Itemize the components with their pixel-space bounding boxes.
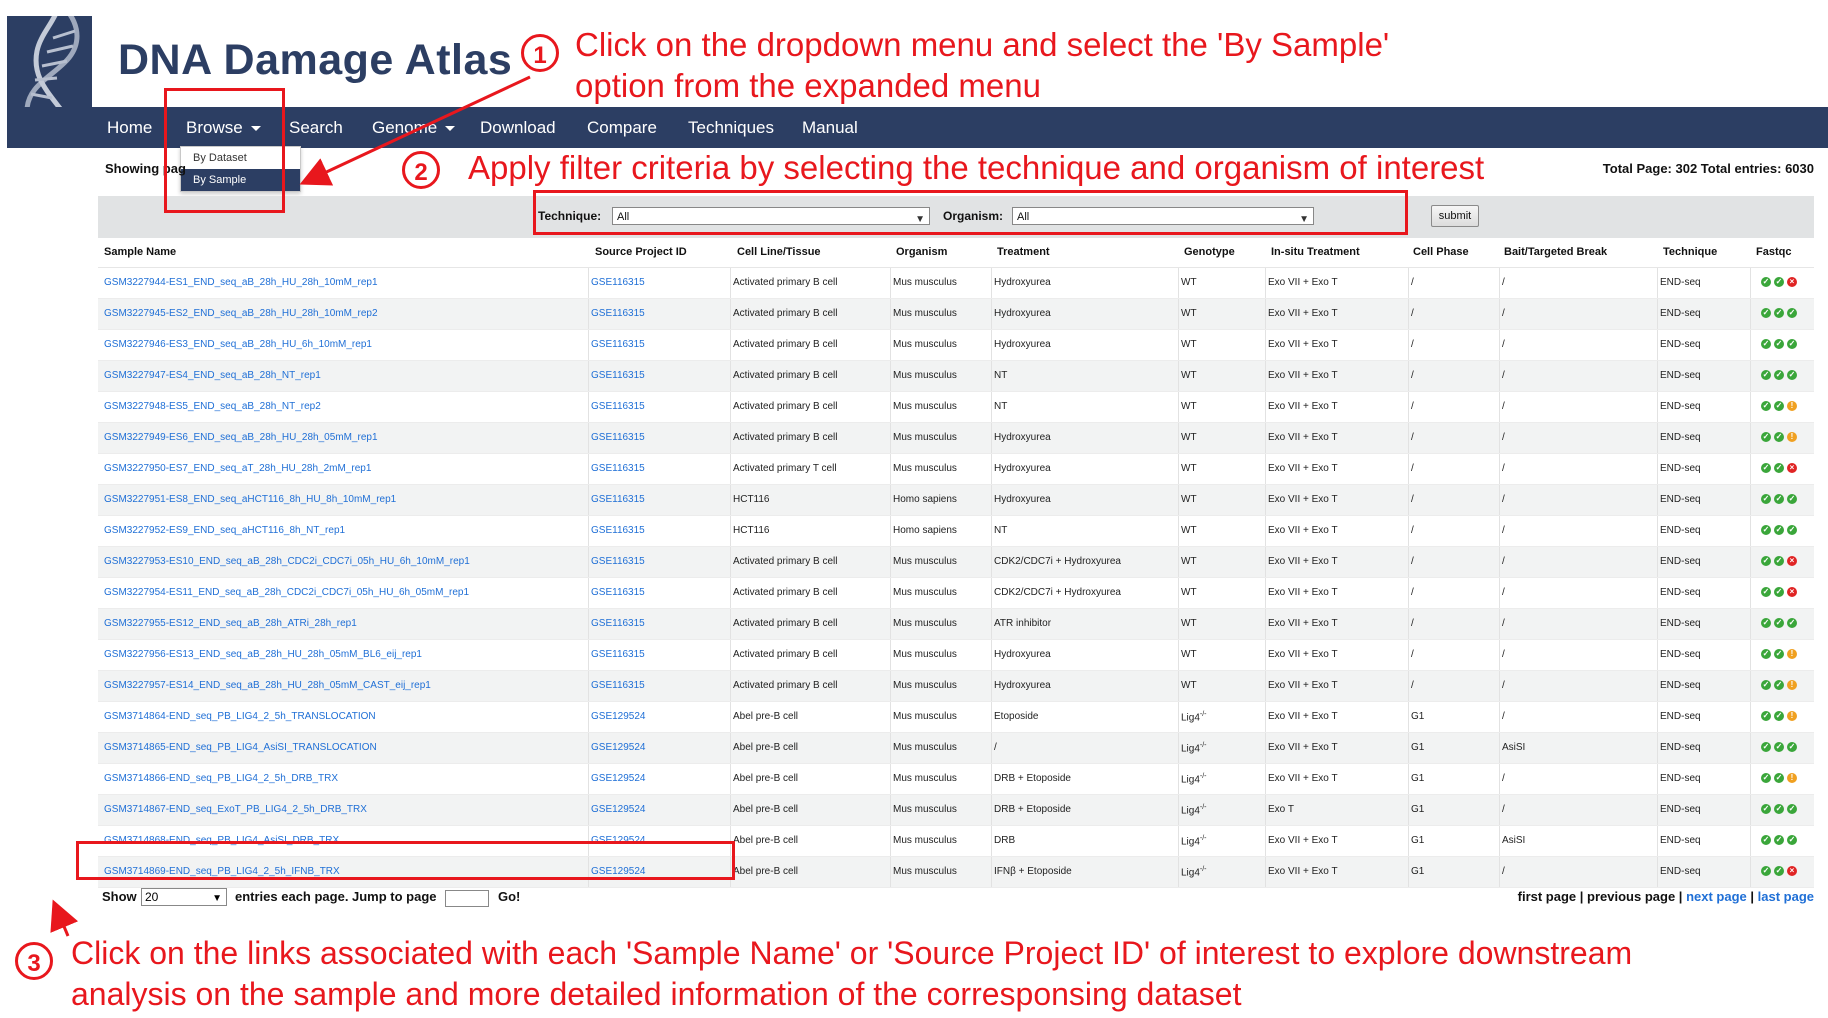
step-3-text-line2: analysis on the sample and more detailed…	[71, 976, 1242, 1012]
step-1-text-line1: Click on the dropdown menu and select th…	[575, 26, 1390, 63]
step-2-text: Apply filter criteria by selecting the t…	[468, 149, 1485, 186]
step-3-text-line1: Click on the links associated with each …	[71, 935, 1633, 971]
step-1-text-line2: option from the expanded menu	[575, 67, 1041, 104]
step-1-badge: 1	[521, 34, 559, 72]
step-3-badge: 3	[15, 942, 53, 980]
step-2-badge: 2	[402, 151, 440, 189]
